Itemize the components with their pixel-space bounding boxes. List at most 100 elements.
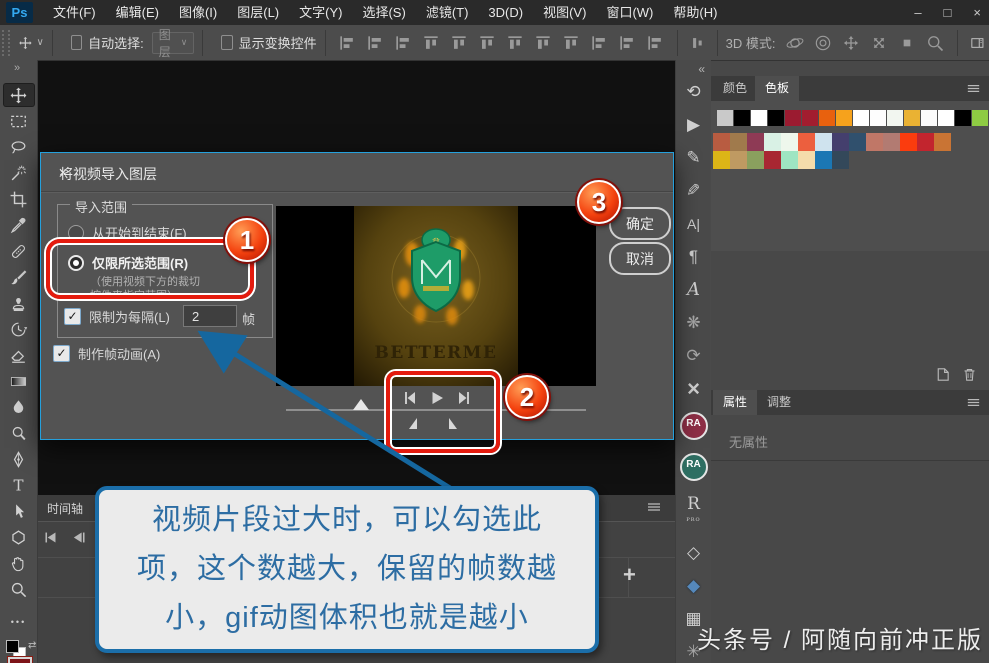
swatch[interactable] [917,133,934,151]
3d-scene-panel-icon[interactable]: ◆ [687,576,700,596]
minimize-button[interactable]: – [914,0,921,25]
swatch[interactable] [730,133,747,151]
dialog-close-icon[interactable]: × [59,164,659,180]
clone-source-panel-icon[interactable]: ❋ [686,313,700,333]
swatch[interactable] [764,133,781,151]
add-media-button[interactable]: + [623,562,636,588]
menu-item[interactable]: 编辑(E) [106,0,169,25]
character-panel-icon[interactable]: A| [687,214,700,234]
retouch-pro-panel-icon[interactable]: RPRO [686,494,700,530]
align-icon[interactable] [645,33,665,53]
swatch[interactable] [802,110,818,126]
swatch[interactable] [751,110,767,126]
menu-item[interactable]: 视图(V) [533,0,596,25]
brushes-panel-icon[interactable]: ✎ [686,148,700,168]
align-icon[interactable] [449,33,469,53]
dodge-tool[interactable] [4,422,34,444]
swatch[interactable] [853,110,869,126]
shape-tool[interactable] [4,526,34,548]
3d-mode-icon[interactable] [925,33,945,53]
align-icon[interactable] [477,33,497,53]
zoom-tool[interactable] [4,578,34,600]
clone-stamp-tool[interactable] [4,292,34,314]
animation-panel-icon[interactable]: ⟳ [686,346,700,366]
lasso-tool[interactable] [4,136,34,158]
move-tool[interactable] [4,84,34,106]
history-panel-icon[interactable]: ⟲ [686,82,700,102]
maximize-button[interactable]: □ [944,0,952,25]
swatch[interactable] [785,110,801,126]
healing-brush-tool[interactable] [4,240,34,262]
options-bar-grip[interactable] [2,30,10,56]
align-icon[interactable] [561,33,581,53]
swatch[interactable] [819,110,835,126]
3d-mode-icon[interactable] [813,33,833,53]
swatch[interactable] [713,133,730,151]
menu-item[interactable]: 文件(F) [43,0,106,25]
swatch[interactable] [972,110,988,126]
swatch[interactable] [900,133,917,151]
menu-item[interactable]: 窗口(W) [596,0,663,25]
first-frame-icon[interactable] [42,529,59,546]
swatch[interactable] [768,110,784,126]
edit-toolbar-icon[interactable]: ••• [0,617,37,627]
foreground-color-chip[interactable] [6,640,19,653]
auto-select-checkbox[interactable] [71,35,83,50]
playhead-thumb[interactable] [353,399,369,410]
marquee-tool[interactable] [4,110,34,132]
type-tool[interactable] [4,474,34,496]
swatch[interactable] [832,151,849,169]
hand-tool[interactable] [4,552,34,574]
close-button[interactable]: × [973,0,981,25]
magic-wand-tool[interactable] [4,162,34,184]
brush-settings-panel-icon[interactable]: ✎ [686,181,700,201]
measure-panel-icon[interactable]: × [687,379,700,399]
workspace-icon[interactable] [970,33,985,53]
align-icon[interactable] [337,33,357,53]
swatch[interactable] [934,133,951,151]
swap-colors-icon[interactable]: ⇄ [28,640,36,651]
swatch[interactable] [815,151,832,169]
pen-tool[interactable] [4,448,34,470]
glyphs-panel-icon[interactable]: A [687,280,700,300]
swatch[interactable] [798,133,815,151]
path-select-tool[interactable] [4,500,34,522]
cancel-button[interactable]: 取消 [609,242,671,275]
history-brush-tool[interactable] [4,318,34,340]
swatch[interactable] [730,151,747,169]
make-frame-animation-checkbox[interactable]: ✓ [53,345,70,362]
swatch[interactable] [887,110,903,126]
swatch[interactable] [832,133,849,151]
align-icon[interactable] [589,33,609,53]
swatch[interactable] [713,151,730,169]
menu-item[interactable]: 滤镜(T) [416,0,479,25]
crop-tool[interactable] [4,188,34,210]
align-icon[interactable] [617,33,637,53]
expand-toolbar-icon[interactable]: » [14,62,20,74]
menu-item[interactable]: 文字(Y) [289,0,352,25]
swatch[interactable] [849,133,866,151]
ra-plugin-panel-icon[interactable]: RA [680,412,708,440]
properties-menu-icon[interactable] [965,394,982,411]
3d-mode-icon[interactable] [865,28,893,56]
tab-color[interactable]: 颜色 [713,76,757,101]
swatch[interactable] [866,133,883,151]
tab-swatches[interactable]: 色板 [755,76,799,101]
swatch[interactable] [747,151,764,169]
align-icon[interactable] [365,33,385,53]
swatch[interactable] [921,110,937,126]
swatch[interactable] [938,110,954,126]
align-icon[interactable] [505,33,525,53]
brush-tool[interactable] [4,266,34,288]
paragraph-panel-icon[interactable]: ¶ [689,247,698,267]
limit-frames-checkbox[interactable]: ✓ [64,308,81,325]
eyedropper-tool[interactable] [4,214,34,236]
3d-mode-icon[interactable] [785,33,805,53]
swatch[interactable] [717,110,733,126]
show-transform-checkbox[interactable] [221,35,233,50]
swatch[interactable] [781,133,798,151]
menu-item[interactable]: 帮助(H) [663,0,727,25]
foreground-swatch[interactable] [8,657,32,663]
new-swatch-icon[interactable] [934,366,951,383]
ra-plugin2-panel-icon[interactable]: RA [680,453,708,481]
